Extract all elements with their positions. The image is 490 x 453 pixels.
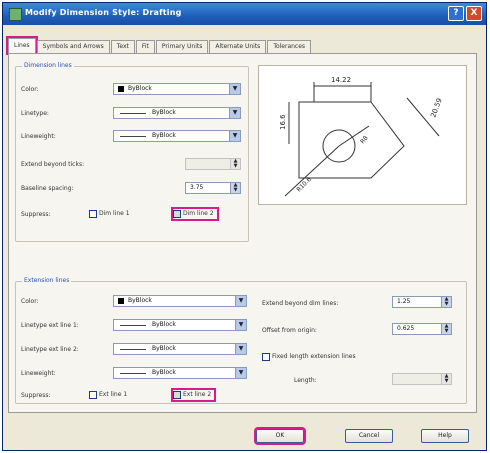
tab-bar: Lines Symbols and Arrows Text Fit Primar…: [6, 36, 312, 55]
offset-from-origin-value: 0.625: [397, 325, 415, 332]
ext-lineweight-value: ByBlock: [152, 369, 176, 376]
baseline-spacing-label: Baseline spacing:: [21, 185, 74, 192]
dim-color-value: ByBlock: [128, 85, 152, 92]
dimension-lines-label: Dimension lines: [22, 62, 74, 69]
tab-primary-units[interactable]: Primary Units: [155, 40, 209, 53]
ext-color-label: Color:: [21, 298, 39, 305]
chevron-down-icon[interactable]: ▼: [235, 320, 246, 330]
chevron-down-icon[interactable]: ▼: [229, 108, 240, 118]
checkbox-box[interactable]: [89, 209, 97, 218]
dim-lineweight-label: Lineweight:: [21, 133, 56, 140]
dimension-preview-drawing: 14.22 16.6 20.59 R8 R10.6: [279, 76, 444, 197]
dim-line-2-checkbox[interactable]: Dim line 2: [171, 207, 219, 221]
spinner-arrows-icon[interactable]: ▲ ▼: [441, 297, 451, 307]
ext-line-1-checkbox[interactable]: Ext line 1: [89, 390, 127, 400]
extend-beyond-dim-value: 1.25: [397, 298, 411, 305]
ext-linetype-1-label: Linetype ext line 1:: [21, 322, 79, 329]
fixed-length-label: Fixed length extension lines: [272, 353, 356, 360]
window-title: Modify Dimension Style: Drafting: [25, 8, 182, 17]
ext-lineweight-label: Lineweight:: [21, 370, 56, 377]
title-close-button[interactable]: X: [466, 6, 482, 21]
extend-beyond-dim-label: Extend beyond dim lines:: [262, 300, 339, 307]
tab-symbols-arrows[interactable]: Symbols and Arrows: [36, 40, 110, 53]
dim-lineweight-select[interactable]: ByBlock ▼: [113, 130, 241, 142]
line-sample: [120, 325, 146, 326]
dim-suppress-label: Suppress:: [21, 211, 51, 218]
ext-line-2-checkbox[interactable]: Ext line 2: [170, 388, 217, 402]
preview-dim-radius: R8: [359, 135, 370, 146]
preview-pane: 14.22 16.6 20.59 R8 R10.6: [258, 65, 467, 205]
dim-linetype-select[interactable]: ByBlock ▼: [113, 107, 241, 119]
cancel-button[interactable]: Cancel: [345, 429, 393, 443]
ext-suppress-label: Suppress:: [21, 392, 51, 399]
offset-from-origin-input[interactable]: 0.625 ▲ ▼: [392, 323, 452, 335]
fixed-length-checkbox[interactable]: Fixed length extension lines: [262, 352, 356, 362]
ext-lineweight-select[interactable]: ByBlock ▼: [113, 367, 247, 379]
color-swatch: [118, 298, 124, 304]
dim-lineweight-value: ByBlock: [152, 132, 176, 139]
dim-line-1-checkbox[interactable]: Dim line 1: [89, 209, 130, 219]
dim-line-2-label: Dim line 2: [183, 210, 214, 217]
chevron-down-icon[interactable]: ▼: [235, 296, 246, 306]
ext-line-1-label: Ext line 1: [99, 391, 128, 398]
chevron-down-icon[interactable]: ▼: [235, 368, 246, 378]
tab-text[interactable]: Text: [110, 40, 135, 53]
tab-panel: Dimension lines Color: ByBlock ▼ Linetyp…: [8, 53, 477, 413]
preview-dim-left: 16.6: [279, 114, 287, 130]
baseline-spacing-value: 3.75: [190, 184, 204, 191]
chevron-down-icon[interactable]: ▼: [229, 131, 240, 141]
dim-linetype-value: ByBlock: [152, 109, 176, 116]
tab-tolerances[interactable]: Tolerances: [267, 40, 312, 53]
preview-outline: [298, 101, 405, 179]
preview-dim-right: 20.59: [429, 97, 443, 119]
color-swatch: [118, 86, 124, 92]
dim-line-1-label: Dim line 1: [99, 210, 130, 217]
line-sample: [120, 349, 146, 350]
chevron-down-icon[interactable]: ▼: [229, 84, 240, 94]
checkbox-box[interactable]: [89, 390, 97, 399]
line-sample: [120, 113, 146, 114]
ext-linetype-2-label: Linetype ext line 2:: [21, 346, 79, 353]
ext-linetype-1-select[interactable]: ByBlock ▼: [113, 319, 247, 331]
baseline-spacing-input[interactable]: 3.75 ▲ ▼: [185, 182, 241, 194]
title-bar: Modify Dimension Style: Drafting ? X: [3, 3, 486, 25]
dim-color-label: Color:: [21, 86, 39, 93]
extend-beyond-dim-input[interactable]: 1.25 ▲ ▼: [392, 296, 452, 308]
ext-linetype-1-value: ByBlock: [152, 321, 176, 328]
length-label: Length:: [294, 377, 317, 384]
checkbox-box[interactable]: [173, 390, 181, 399]
checkbox-box[interactable]: [173, 209, 181, 218]
extend-beyond-ticks-label: Extend beyond ticks:: [21, 161, 85, 168]
ext-linetype-2-select[interactable]: ByBlock ▼: [113, 343, 247, 355]
offset-from-origin-label: Offset from origin:: [262, 327, 317, 334]
checkbox-box[interactable]: [262, 352, 270, 361]
tab-lines[interactable]: Lines: [6, 36, 38, 55]
dim-linetype-label: Linetype:: [21, 110, 49, 117]
chevron-down-icon[interactable]: ▼: [235, 344, 246, 354]
tab-fit[interactable]: Fit: [135, 40, 155, 53]
line-sample: [120, 373, 146, 374]
spinner-arrows-icon: ▲ ▼: [441, 374, 451, 384]
preview-dim-diag: R10.6: [295, 176, 312, 193]
app-icon: [9, 8, 22, 21]
spinner-arrows-icon[interactable]: ▲ ▼: [230, 183, 240, 193]
dim-color-select[interactable]: ByBlock ▼: [113, 83, 241, 95]
ext-linetype-2-value: ByBlock: [152, 345, 176, 352]
ok-button[interactable]: OK: [254, 427, 306, 445]
spinner-arrows-icon[interactable]: ▲ ▼: [441, 324, 451, 334]
ext-color-select[interactable]: ByBlock ▼: [113, 295, 247, 307]
preview-leader-line: [284, 145, 340, 197]
preview-dim-top: 14.22: [331, 76, 351, 84]
tab-alternate-units[interactable]: Alternate Units: [209, 40, 267, 53]
line-sample: [120, 136, 146, 137]
extension-lines-label: Extension lines: [22, 277, 72, 284]
spinner-arrows-icon: ▲ ▼: [230, 159, 240, 169]
help-button[interactable]: Help: [421, 429, 469, 443]
extend-beyond-ticks-input: ▲ ▼: [185, 158, 241, 170]
ext-line-2-label: Ext line 2: [183, 391, 212, 398]
title-help-button[interactable]: ?: [448, 6, 464, 21]
length-input: ▲ ▼: [392, 373, 452, 385]
ext-color-value: ByBlock: [128, 297, 152, 304]
